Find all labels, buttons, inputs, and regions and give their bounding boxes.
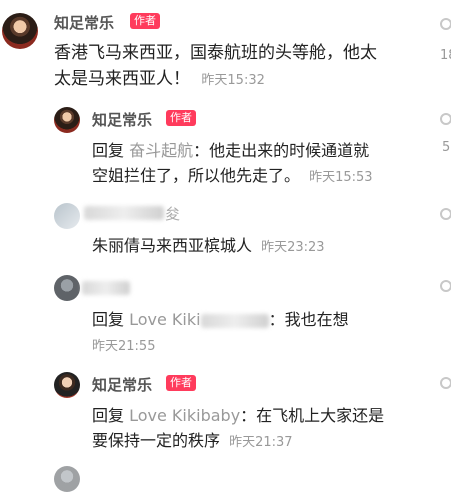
author-avatar[interactable] (54, 372, 80, 398)
comment-text[interactable]: 朱丽倩马来西亚槟城人 昨天23:23 (92, 233, 432, 260)
heart-outline-icon[interactable] (440, 280, 451, 292)
comment-text[interactable]: 回复 Love Kikibaby：在飞机上大家还是 要保持一定的秩序 昨天21:… (92, 403, 432, 455)
author-avatar[interactable] (54, 107, 80, 133)
comment-time: 昨天23:23 (261, 240, 325, 255)
author-badge: 作者 (166, 110, 196, 126)
comment-author-name[interactable]: 知足常乐 (92, 109, 152, 130)
like-count: 5 (442, 140, 451, 155)
like-count: 18 (440, 48, 451, 63)
blurred-reply-name (200, 313, 269, 328)
comment-text-line: 空姐拦住了，所以他先走了。 (92, 166, 301, 185)
author-badge: 作者 (166, 375, 196, 391)
comment-time: 昨天21:55 (92, 339, 156, 354)
comment-text-line: 太是马来西亚人！ (54, 69, 190, 89)
comment-text[interactable]: 回复 Love Kiki ：我也在想 昨天21:55 (92, 307, 432, 359)
comment-text[interactable]: 香港飞马来西亚，国泰航班的头等舱，他太 太是马来西亚人！ 昨天15:32 (54, 40, 434, 94)
comment-time: 昨天15:32 (201, 73, 265, 88)
user-avatar[interactable] (54, 203, 80, 229)
comment-author-name[interactable]: 知足常乐 (92, 374, 152, 395)
heart-outline-icon[interactable] (440, 208, 451, 220)
reply-prefix: 回复 (92, 310, 125, 329)
comment-text-line: 朱丽倩马来西亚槟城人 (92, 236, 253, 255)
reply-target-name[interactable]: Love Kikibaby (129, 406, 240, 425)
comment-text[interactable]: 回复 奋斗起航：他走出来的时候通道就 空姐拦住了，所以他先走了。 昨天15:53 (92, 138, 432, 190)
reply-prefix: 回复 (92, 406, 125, 425)
heart-outline-icon[interactable] (440, 113, 451, 125)
user-avatar[interactable] (54, 466, 80, 492)
heart-outline-icon[interactable] (440, 377, 451, 389)
comment-text-line: ：在飞机上大家还是 (240, 406, 385, 425)
reply-prefix: 回复 (92, 141, 125, 160)
comment-time: 昨天15:53 (309, 170, 373, 185)
author-avatar[interactable] (2, 13, 38, 49)
comment-text-line: 要保持一定的秩序 (92, 431, 221, 450)
blurred-username (84, 206, 164, 220)
comment-text-line: ：他走出来的时候通道就 (193, 141, 370, 160)
comment-author-name[interactable]: 知足常乐 (54, 12, 114, 33)
author-badge: 作者 (130, 13, 160, 29)
reply-target-name[interactable]: 奋斗起航 (129, 141, 193, 160)
username-fragment: 夋 (165, 205, 181, 223)
heart-outline-icon[interactable] (440, 18, 451, 30)
blurred-username (82, 281, 130, 295)
comment-text-line: ：我也在想 (268, 310, 349, 329)
user-avatar[interactable] (54, 275, 80, 301)
comment-text-line: 香港飞马来西亚，国泰航班的头等舱，他太 (54, 43, 377, 63)
comment-time: 昨天21:37 (229, 435, 293, 450)
reply-target-name[interactable]: Love Kiki (129, 310, 200, 329)
